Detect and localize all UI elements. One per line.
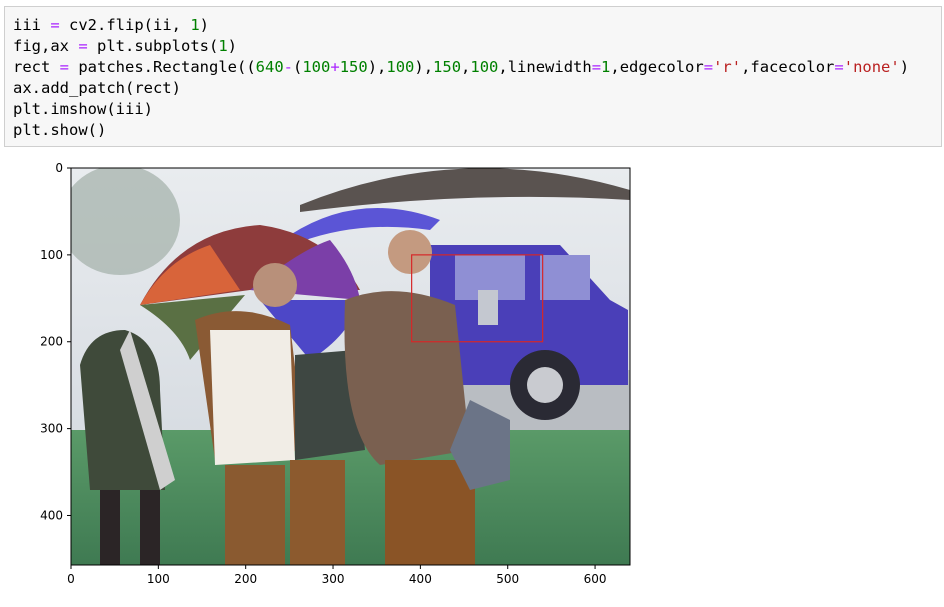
x-axis: 0 100 200 300 400 500 600 [67,565,607,586]
imshow-figure: 0 100 200 300 400 500 600 0 100 200 300 400 [40,161,631,586]
y-tick-label: 300 [40,422,63,436]
y-axis: 0 100 200 300 400 [40,161,71,522]
y-tick-label: 0 [55,161,63,175]
code-editor[interactable]: iii = cv2.flip(ii, 1) fig,ax = plt.subplo… [5,7,941,141]
code-cell[interactable]: iii = cv2.flip(ii, 1) fig,ax = plt.subplo… [4,6,942,147]
code-line-2: fig,ax = plt.subplots(1) [13,37,238,55]
code-line-4: ax.add_patch(rect) [13,79,181,97]
x-tick-label: 600 [584,572,607,586]
x-tick-label: 300 [322,572,345,586]
x-tick-label: 100 [147,572,170,586]
output-area: 0 100 200 300 400 500 600 0 100 200 300 400 [0,150,944,603]
code-line-1: iii = cv2.flip(ii, 1) [13,16,210,34]
y-tick-label: 200 [40,335,63,349]
x-tick-label: 400 [409,572,432,586]
x-tick-label: 200 [234,572,257,586]
x-tick-label: 500 [496,572,519,586]
code-line-3: rect = patches.Rectangle((640-(100+150),… [13,58,910,76]
y-tick-label: 100 [40,248,63,262]
photo [71,168,630,565]
x-tick-label: 0 [67,572,75,586]
y-tick-label: 400 [40,508,63,522]
code-line-5: plt.imshow(iii) [13,100,153,118]
code-line-6: plt.show() [13,121,107,139]
